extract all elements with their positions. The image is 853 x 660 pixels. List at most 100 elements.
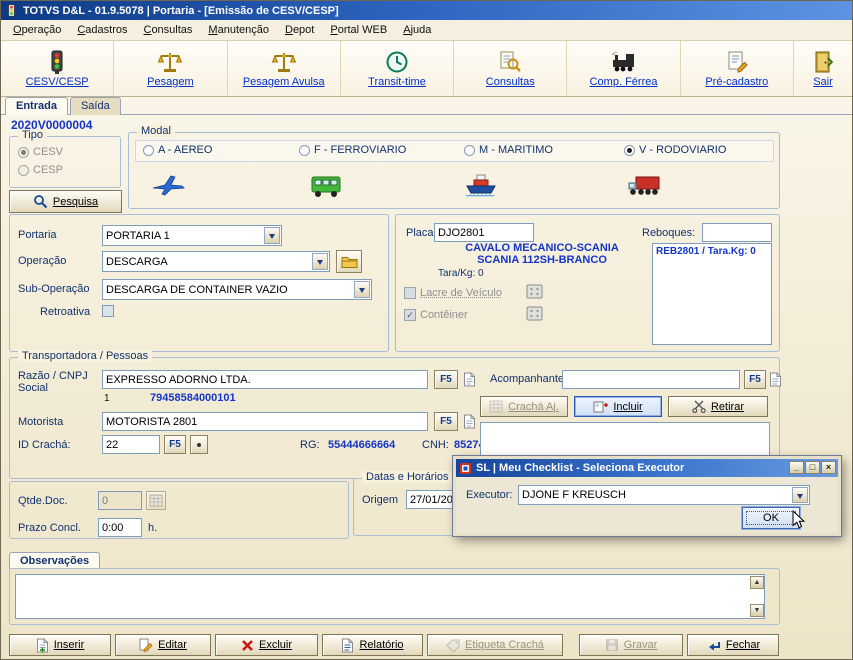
retroativa-checkbox[interactable] xyxy=(102,305,114,317)
editar-button[interactable]: Editar xyxy=(115,634,211,656)
incluir-label: Incluir xyxy=(613,400,643,413)
suboperacao-select[interactable]: DESCARGA DE CONTAINER VAZIO xyxy=(102,279,372,300)
scale-icon xyxy=(271,52,296,72)
document-icon[interactable] xyxy=(463,372,476,387)
maritimo-radio-icon xyxy=(464,144,475,156)
toolbar-sair[interactable]: Sair xyxy=(794,41,852,96)
inserir-button[interactable]: Inserir xyxy=(9,634,111,656)
train-icon xyxy=(611,50,634,71)
id-cracha-input[interactable] xyxy=(102,435,160,454)
fechar-button[interactable]: Fechar xyxy=(687,634,779,656)
menu-portal-web[interactable]: Portal WEB xyxy=(322,21,395,39)
grid-icon xyxy=(149,494,163,507)
ok-button-label: OK xyxy=(763,512,779,524)
cracha-aj-button: Crachá Aj. xyxy=(480,396,568,417)
retirar-button[interactable]: Retirar xyxy=(668,396,768,417)
lacre-checkbox-row: Lacre de Veículo xyxy=(404,287,502,299)
prazo-unit-label: h. xyxy=(148,522,158,534)
razao-input[interactable] xyxy=(102,370,428,389)
relatorio-button[interactable]: Relatório xyxy=(322,634,423,656)
menu-cadastros[interactable]: Cadastros xyxy=(69,21,135,39)
etiqueta-cracha-button: Etiqueta Crachá xyxy=(427,634,563,656)
f5-label: F5 xyxy=(169,439,181,450)
pesquisa-button[interactable]: Pesquisa xyxy=(9,190,122,213)
cnpj-value: 79458584000101 xyxy=(150,392,236,404)
menu-ajuda[interactable]: Ajuda xyxy=(395,21,439,39)
toolbar: CESV/CESP Pesagem Pesagem Avulsa Transit… xyxy=(1,41,852,97)
modal-group: Modal A - AEREO F - FERROVIARIO M - MARI… xyxy=(128,125,780,209)
save-disk-icon xyxy=(606,639,618,651)
cesp-radio-label: CESP xyxy=(33,164,63,176)
close-icon[interactable]: × xyxy=(821,461,836,474)
back-arrow-icon xyxy=(708,641,720,650)
radio-aereo[interactable]: A - AEREO xyxy=(143,144,212,156)
scroll-up-button[interactable]: ▲ xyxy=(750,576,764,589)
placa-input[interactable] xyxy=(434,223,534,242)
etiqueta-cracha-label: Etiqueta Crachá xyxy=(465,639,544,651)
razao-f5-button[interactable]: F5 xyxy=(434,370,458,389)
toolbar-pre-cadastro[interactable]: Pré-cadastro xyxy=(681,41,794,96)
portaria-select[interactable]: PORTARIA 1 xyxy=(102,225,282,246)
razao-seq: 1 xyxy=(104,393,110,404)
maximize-icon[interactable]: □ xyxy=(805,461,820,474)
reboques-input[interactable] xyxy=(702,223,772,242)
menu-consultas[interactable]: Consultas xyxy=(135,21,200,39)
tab-bar: Entrada Saída xyxy=(5,97,121,115)
toolbar-comp-ferrea[interactable]: Comp. Férrea xyxy=(567,41,681,96)
incluir-button[interactable]: Incluir xyxy=(574,396,662,417)
veiculo-descricao-1: CAVALO MECANICO-SCANIA xyxy=(465,242,619,254)
cnh-label: CNH: xyxy=(422,439,449,451)
app-window: TOTVS D&L - 01.9.5078 | Portaria - [Emis… xyxy=(0,0,853,660)
toolbar-consultas[interactable]: Consultas xyxy=(454,41,568,96)
badge-plus-icon xyxy=(593,401,609,413)
toolbar-cesv-cesp[interactable]: CESV/CESP xyxy=(1,41,115,96)
toolbar-pesagem[interactable]: Pesagem xyxy=(114,41,228,96)
seal-icon xyxy=(526,306,543,321)
reboques-label: Reboques: xyxy=(642,227,696,239)
reboques-listbox: REB2801 / Tara.Kg: 0 xyxy=(652,243,772,345)
acompanhantes-input[interactable] xyxy=(562,370,740,389)
menu-manutencao[interactable]: Manutenção xyxy=(200,21,277,39)
cracha-aj-label: Crachá Aj. xyxy=(508,400,559,413)
radio-maritimo[interactable]: M - MARITIMO xyxy=(464,144,553,156)
bus-icon xyxy=(311,176,341,197)
operacao-select[interactable]: DESCARGA xyxy=(102,251,330,272)
portaria-value: PORTARIA 1 xyxy=(106,229,170,242)
new-document-icon xyxy=(36,638,48,652)
id-cracha-extra-button[interactable] xyxy=(190,435,208,454)
toolbar-label: CESV/CESP xyxy=(25,75,89,88)
scroll-down-button[interactable]: ▼ xyxy=(750,604,764,617)
operacao-lookup-button[interactable] xyxy=(336,250,362,273)
cesp-radio-icon xyxy=(18,164,29,176)
radio-ferroviario[interactable]: F - FERROVIARIO xyxy=(299,144,406,156)
motorista-f5-button[interactable]: F5 xyxy=(434,412,458,431)
id-cracha-f5-button[interactable]: F5 xyxy=(164,435,186,454)
excluir-button[interactable]: Excluir xyxy=(215,634,318,656)
motorista-label: Motorista xyxy=(18,416,64,428)
content-divider xyxy=(1,114,852,115)
exit-door-icon xyxy=(815,51,834,72)
tab-saida[interactable]: Saída xyxy=(69,97,121,115)
menu-operacao[interactable]: Operação xyxy=(5,21,69,39)
toolbar-pesagem-avulsa[interactable]: Pesagem Avulsa xyxy=(228,41,341,96)
radio-rodoviario[interactable]: V - RODOVIARIO xyxy=(624,144,726,156)
acompanhantes-f5-button[interactable]: F5 xyxy=(744,370,766,389)
menu-depot[interactable]: Depot xyxy=(277,21,322,39)
reboque-list-item[interactable]: REB2801 / Tara.Kg: 0 xyxy=(653,244,771,259)
document-icon[interactable] xyxy=(769,372,782,387)
dialog-app-icon xyxy=(460,462,471,474)
maritimo-radio-label: M - MARITIMO xyxy=(479,144,553,156)
observacoes-textarea[interactable] xyxy=(15,574,765,619)
motorista-input[interactable] xyxy=(102,412,428,431)
executor-select[interactable]: DJONE F KREUSCH xyxy=(518,485,810,505)
tab-observacoes[interactable]: Observações xyxy=(9,552,101,569)
tipo-group: Tipo CESV CESP xyxy=(9,129,121,188)
toolbar-transit-time[interactable]: Transit-time xyxy=(341,41,455,96)
portaria-group: Portaria PORTARIA 1 Operação DESCARGA Su… xyxy=(9,214,389,352)
minimize-icon[interactable]: _ xyxy=(789,461,804,474)
tab-entrada[interactable]: Entrada xyxy=(5,97,68,115)
prazo-concl-input[interactable] xyxy=(98,518,142,537)
editar-label: Editar xyxy=(158,639,187,651)
rodoviario-radio-label: V - RODOVIARIO xyxy=(639,144,727,156)
document-icon[interactable] xyxy=(463,414,476,429)
